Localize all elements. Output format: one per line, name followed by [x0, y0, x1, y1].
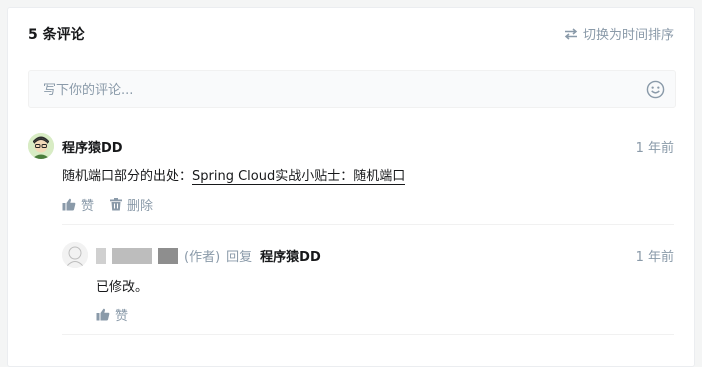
avatar-image — [28, 133, 54, 159]
redacted-name — [158, 247, 178, 264]
delete-button[interactable]: 删除 — [110, 195, 153, 214]
comment-text-prefix: 随机端口部分的出处： — [62, 169, 193, 184]
trash-icon — [110, 198, 123, 211]
like-label: 赞 — [81, 199, 95, 214]
comment-count: 5 条评论 — [28, 27, 85, 43]
reply-header: (作者) 回复 程序猿DD — [96, 246, 321, 265]
avatar[interactable] — [28, 133, 54, 159]
like-button[interactable]: 赞 — [96, 305, 128, 324]
comments-panel: 5 条评论 切换为时间排序 写下你的评论... 程序猿DD 1 年前 随机端口部… — [7, 7, 695, 367]
reply-time: 1 年前 — [635, 250, 674, 265]
divider — [62, 334, 674, 335]
reply-item: (作者) 回复 程序猿DD 1 年前 已修改。 赞 — [62, 224, 674, 335]
comment-input[interactable] — [41, 71, 625, 109]
comment-author[interactable]: 程序猿DD — [62, 137, 123, 156]
avatar-image — [62, 242, 88, 268]
comment-editor — [28, 70, 676, 109]
comment-actions: 赞 删除 — [62, 195, 169, 214]
avatar[interactable] — [62, 242, 88, 268]
thumb-up-icon — [62, 198, 76, 211]
sort-label: 切换为时间排序 — [582, 28, 674, 43]
sort-toggle-button[interactable]: 切换为时间排序 — [564, 24, 674, 43]
reply-word: 回复 — [226, 250, 253, 265]
like-label: 赞 — [115, 309, 129, 324]
smile-icon[interactable] — [646, 80, 665, 99]
thumb-up-icon — [96, 308, 110, 321]
delete-label: 删除 — [127, 199, 154, 214]
reply-actions: 赞 — [96, 305, 144, 324]
redacted-name — [112, 247, 152, 264]
comments-header: 5 条评论 切换为时间排序 — [28, 22, 674, 46]
like-button[interactable]: 赞 — [62, 195, 94, 214]
swap-icon — [564, 27, 578, 40]
reply-target[interactable]: 程序猿DD — [260, 246, 321, 265]
comment-text: 随机端口部分的出处：Spring Cloud实战小贴士：随机端口 — [62, 165, 406, 185]
comment-time: 1 年前 — [635, 141, 674, 156]
article-link[interactable]: Spring Cloud实战小贴士：随机端口 — [192, 169, 406, 185]
author-role-badge: (作者) — [184, 250, 221, 265]
reply-text: 已修改。 — [96, 280, 149, 295]
redacted-name — [96, 247, 106, 264]
